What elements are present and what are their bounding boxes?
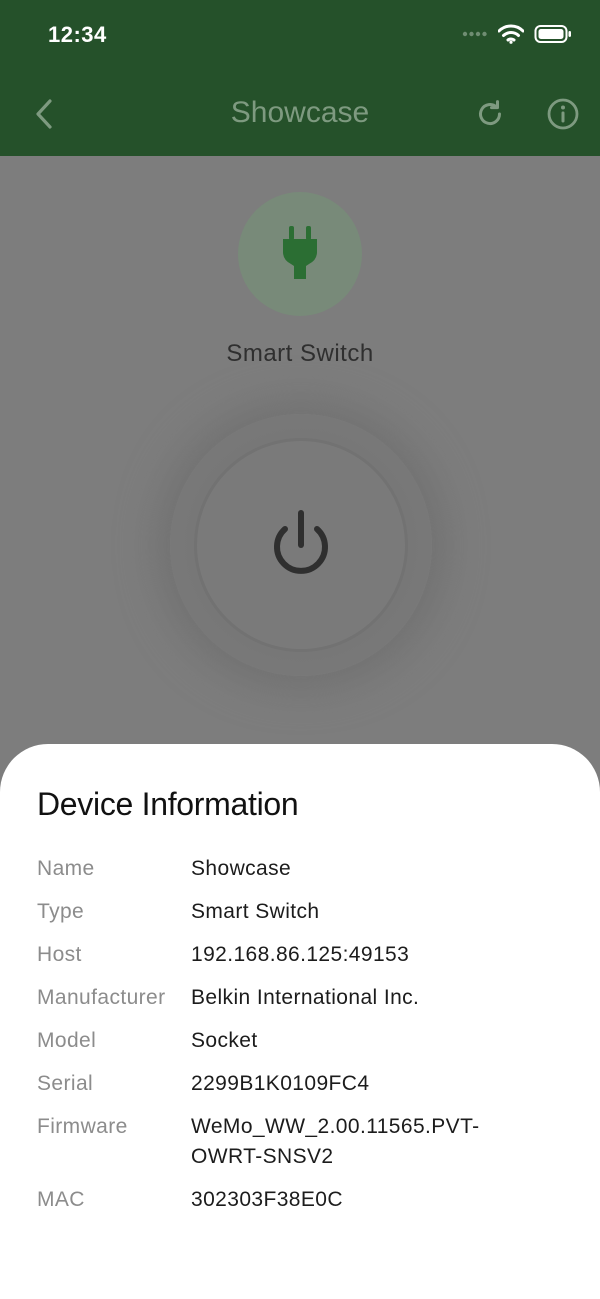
plug-icon: [283, 226, 317, 279]
info-value: 302303F38E0C: [191, 1188, 343, 1211]
info-row-type: Type Smart Switch: [37, 897, 577, 927]
info-label: Firmware: [37, 1115, 128, 1138]
info-label: Type: [37, 900, 85, 923]
info-row-name: Name Showcase: [37, 854, 577, 884]
info-label: Model: [37, 1029, 97, 1052]
navigation-bar: Showcase: [0, 74, 600, 156]
status-icons: [462, 24, 572, 44]
power-icon: [274, 510, 328, 574]
info-table: Name Showcase Type Smart Switch Host 192…: [37, 854, 577, 1228]
info-value: Showcase: [191, 857, 292, 880]
sheet-title: Device Information: [37, 786, 299, 822]
info-icon: [547, 98, 579, 130]
info-value: WeMo_WW_2.00.11565.PVT-OWRT-SNSV2: [191, 1115, 480, 1168]
info-value: Smart Switch: [191, 900, 320, 923]
info-button[interactable]: [543, 94, 583, 134]
info-label: MAC: [37, 1188, 85, 1211]
device-icon-circle: [238, 192, 362, 316]
info-row-host: Host 192.168.86.125:49153: [37, 940, 577, 970]
info-value: Belkin International Inc.: [191, 986, 420, 1009]
refresh-button[interactable]: [470, 94, 510, 134]
info-label: Host: [37, 943, 82, 966]
info-row-firmware: Firmware WeMo_WW_2.00.11565.PVT-OWRT-SNS…: [37, 1112, 577, 1172]
device-info-sheet: Device Information Name Showcase Type Sm…: [0, 744, 600, 1299]
info-value: 2299B1K0109FC4: [191, 1072, 370, 1095]
info-row-model: Model Socket: [37, 1026, 577, 1056]
info-row-mac: MAC 302303F38E0C: [37, 1185, 577, 1215]
info-label: Serial: [37, 1072, 94, 1095]
status-bar: 12:34: [0, 0, 600, 74]
status-time: 12:34: [48, 22, 107, 47]
power-toggle-button[interactable]: [194, 438, 408, 652]
info-row-manufacturer: Manufacturer Belkin International Inc.: [37, 983, 577, 1013]
device-type-label: Smart Switch: [226, 340, 374, 367]
info-row-serial: Serial 2299B1K0109FC4: [37, 1069, 577, 1099]
nav-title: Showcase: [230, 96, 370, 129]
device-content: Smart Switch: [0, 156, 600, 776]
signal-dots-icon: [462, 31, 487, 37]
info-value: Socket: [191, 1029, 258, 1052]
battery-icon: [534, 25, 571, 43]
info-label: Name: [37, 857, 95, 880]
info-value: 192.168.86.125:49153: [191, 943, 410, 966]
info-label: Manufacturer: [37, 986, 166, 1009]
refresh-icon: [479, 100, 502, 126]
wifi-icon: [498, 24, 524, 44]
